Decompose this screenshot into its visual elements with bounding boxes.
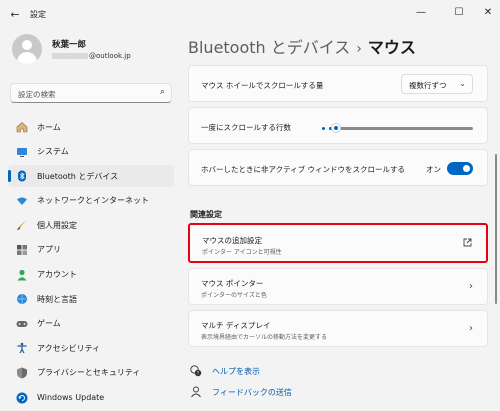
sidebar-item-personalization[interactable]: 個人用設定 [8,214,174,236]
back-button[interactable]: ← [6,5,24,23]
maximize-icon: ☐ [454,6,464,18]
shield-icon [16,367,28,379]
feedback-icon [190,386,202,398]
page-title: マウス [367,38,416,57]
avatar [12,34,42,64]
inactive-scroll-label: ホバーしたときに非アクティブ ウィンドウをスクロールする [201,165,406,174]
chevron-right-icon: › [469,323,473,334]
chevron-right-icon: › [469,281,473,292]
scroll-amount-dropdown[interactable]: 複数行ずつ ⌄ [401,74,473,94]
sidebar-item-bluetooth[interactable]: Bluetooth とデバイス [8,165,174,188]
sidebar-nav: ホーム システム Bluetooth とデバイス ネットワークとインターネット … [8,116,174,411]
card-title: マルチ ディスプレイ [201,321,271,330]
sidebar-item-gaming[interactable]: ゲーム [8,313,174,335]
help-link[interactable]: ? ヘルプを表示 [190,365,260,377]
wifi-icon [16,195,28,207]
additional-mouse-settings-card[interactable]: マウスの追加設定 ポインター アイコンと可視性 [188,223,488,263]
update-icon [16,392,28,404]
app-title: 設定 [30,10,46,19]
scroll-amount-value: 複数行ずつ [409,81,447,90]
sidebar-item-privacy[interactable]: プライバシーとセキュリティ [8,362,174,384]
slider-thumb[interactable] [331,123,342,133]
sidebar-item-accessibility[interactable]: アクセシビリティ [8,337,174,359]
user-email: @outlook.jp [52,52,131,60]
globe-clock-icon [16,293,28,305]
external-link-icon [463,238,472,250]
maximize-button[interactable]: ☐ [444,3,474,21]
slider-tick [322,127,325,130]
multi-display-card[interactable]: マルチ ディスプレイ 表示境界経由でカーソルの移動方法を変更する › [188,310,488,347]
scroll-lines-setting: 一度にスクロールする行数 [188,107,488,144]
brush-icon [16,219,28,231]
system-icon [16,146,28,158]
breadcrumb-parent[interactable]: Bluetooth とデバイス [188,38,350,57]
card-title: マウスの追加設定 [202,236,262,245]
masked-email-prefix [52,53,88,59]
sidebar-item-apps[interactable]: アプリ [8,239,174,261]
close-icon: ✕ [483,6,493,18]
search-icon: ⌕ [159,87,165,97]
account-icon [16,269,28,281]
card-subtitle: ポインターのサイズと色 [201,292,267,299]
related-settings-title: 関連設定 [190,210,222,219]
feedback-link[interactable]: フィードバックの送信 [190,386,292,398]
breadcrumb-separator: › [356,41,362,57]
breadcrumb: Bluetooth とデバイス › マウス [188,34,416,58]
gamepad-icon [16,318,28,330]
search-input[interactable]: 設定の検索 ⌕ [10,83,172,103]
home-icon [16,121,28,133]
title-bar: ← 設定 — ☐ ✕ [0,0,500,28]
bluetooth-icon [16,170,28,182]
help-icon: ? [190,365,202,377]
search-placeholder: 設定の検索 [18,90,56,99]
minimize-button[interactable]: — [406,3,436,21]
scrollbar[interactable] [495,154,497,304]
card-subtitle: ポインター アイコンと可視性 [202,249,282,256]
sidebar-item-windows-update[interactable]: Windows Update [8,387,174,409]
sidebar-item-network[interactable]: ネットワークとインターネット [8,190,174,212]
inactive-scroll-toggle[interactable] [447,162,473,175]
accessibility-icon [16,342,28,354]
chevron-down-icon: ⌄ [459,79,466,88]
apps-icon [16,244,28,256]
scroll-amount-label: マウス ホイールでスクロールする量 [201,81,324,90]
mouse-pointer-card[interactable]: マウス ポインター ポインターのサイズと色 › [188,268,488,305]
user-name: 秋葉一郎 [52,40,87,50]
sidebar-item-time-language[interactable]: 時刻と言語 [8,288,174,310]
scroll-lines-label: 一度にスクロールする行数 [201,123,291,132]
sidebar-item-system[interactable]: システム [8,141,174,163]
card-subtitle: 表示境界経由でカーソルの移動方法を変更する [201,334,328,341]
scroll-lines-slider[interactable] [329,127,473,130]
back-arrow-icon: ← [10,7,20,21]
sidebar-item-accounts[interactable]: アカウント [8,264,174,286]
sidebar-item-home[interactable]: ホーム [8,116,174,138]
close-button[interactable]: ✕ [476,3,500,21]
toggle-state-label: オン [426,165,441,174]
scroll-amount-setting: マウス ホイールでスクロールする量 複数行ずつ ⌄ [188,65,488,102]
minimize-icon: — [416,6,426,18]
inactive-scroll-setting: ホバーしたときに非アクティブ ウィンドウをスクロールする オン [188,149,488,186]
card-title: マウス ポインター [201,279,264,288]
